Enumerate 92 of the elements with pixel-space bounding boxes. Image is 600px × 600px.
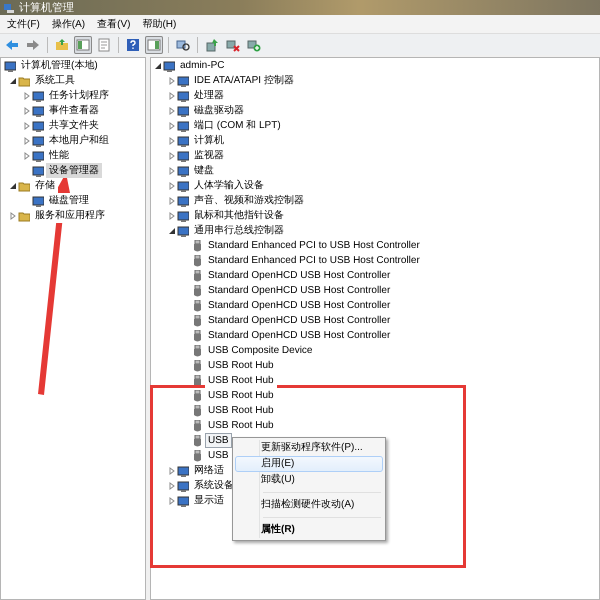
forward-icon	[26, 38, 40, 52]
menu-item[interactable]: 扫描检测硬件改动(A)	[235, 497, 383, 513]
action-pane-icon	[147, 38, 161, 52]
computer-management-icon	[3, 2, 15, 14]
plug-icon	[191, 240, 203, 252]
expand-icon[interactable]	[9, 212, 17, 220]
export-icon	[97, 38, 111, 52]
plug-icon	[191, 344, 203, 356]
expand-icon[interactable]	[168, 122, 176, 130]
collapse-icon[interactable]	[9, 182, 17, 190]
device-icon	[32, 90, 44, 102]
plug-icon	[191, 434, 203, 446]
device-icon	[177, 224, 189, 236]
plug-icon	[191, 314, 203, 326]
enable-icon	[247, 38, 261, 52]
expand-icon[interactable]	[168, 106, 176, 114]
collapse-icon[interactable]	[154, 62, 162, 70]
device-icon	[177, 90, 189, 102]
update-driver-icon	[205, 38, 219, 52]
plug-icon	[191, 300, 203, 312]
back-icon	[5, 38, 19, 52]
expand-icon[interactable]	[168, 166, 176, 174]
device-icon	[177, 464, 189, 476]
tree-item[interactable]: 服务和应用程序	[32, 208, 108, 223]
expand-icon[interactable]	[168, 196, 176, 204]
window-title: 计算机管理	[19, 0, 74, 14]
expand-icon[interactable]	[168, 466, 176, 474]
plug-icon	[191, 254, 203, 266]
device-icon	[177, 164, 189, 176]
scan-icon	[176, 38, 190, 52]
menu-item[interactable]: 属性(R)	[235, 522, 383, 538]
plug-icon	[191, 420, 203, 432]
menu-item[interactable]: 启用(E)	[235, 456, 383, 472]
help-icon	[126, 38, 140, 52]
device-icon	[177, 494, 189, 506]
device-icon	[177, 134, 189, 146]
plug-icon	[191, 374, 203, 386]
plug-icon	[191, 360, 203, 372]
device-icon	[32, 150, 44, 162]
menu-item[interactable]: 更新驱动程序软件(P)...	[235, 440, 383, 456]
plug-icon	[191, 450, 203, 462]
device-icon	[32, 134, 44, 146]
device-icon	[32, 164, 44, 176]
expand-icon[interactable]	[23, 152, 31, 160]
device-icon	[32, 104, 44, 116]
tree-item[interactable]: USB	[205, 433, 232, 448]
menu-item[interactable]: 卸载(U)	[235, 472, 383, 488]
device-icon	[163, 60, 175, 72]
device-icon	[32, 194, 44, 206]
folder-icon	[18, 210, 30, 222]
menu-item[interactable]: 帮助(H)	[142, 16, 176, 32]
menu-item[interactable]: 文件(F)	[7, 16, 40, 32]
device-icon	[177, 150, 189, 162]
device-icon	[177, 104, 189, 116]
device-icon	[177, 480, 189, 492]
plug-icon	[191, 390, 203, 402]
tree-item[interactable]: 存储	[32, 178, 58, 193]
device-icon	[32, 120, 44, 132]
device-icon	[177, 120, 189, 132]
device-icon	[177, 210, 189, 222]
expand-icon[interactable]	[23, 122, 31, 130]
collapse-icon[interactable]	[9, 76, 17, 84]
plug-icon	[191, 270, 203, 282]
expand-icon[interactable]	[168, 182, 176, 190]
expand-icon[interactable]	[168, 92, 176, 100]
folder-icon	[55, 38, 69, 52]
device-icon	[177, 194, 189, 206]
expand-icon[interactable]	[23, 106, 31, 114]
expand-icon[interactable]	[168, 152, 176, 160]
expand-icon[interactable]	[168, 482, 176, 490]
console-tree-icon	[76, 38, 90, 52]
expand-icon[interactable]	[168, 76, 176, 84]
plug-icon	[191, 330, 203, 342]
plug-icon	[191, 404, 203, 416]
device-icon	[177, 180, 189, 192]
plug-icon	[191, 284, 203, 296]
tree-item[interactable]: 系统工具	[32, 73, 78, 88]
device-icon	[4, 60, 16, 72]
folder-icon	[18, 180, 30, 192]
menu-item[interactable]: 查看(V)	[97, 16, 130, 32]
expand-icon[interactable]	[168, 496, 176, 504]
tree-item[interactable]: USB Root Hub	[205, 373, 277, 388]
remove-icon	[226, 38, 240, 52]
tree-item[interactable]: 设备管理器	[46, 163, 102, 178]
menu-item[interactable]: 操作(A)	[52, 16, 86, 32]
collapse-icon[interactable]	[168, 226, 176, 234]
expand-icon[interactable]	[23, 136, 31, 144]
device-icon	[177, 74, 189, 86]
expand-icon[interactable]	[23, 92, 31, 100]
tree-item[interactable]: 磁盘管理	[46, 193, 92, 208]
expand-icon[interactable]	[168, 212, 176, 220]
expand-icon[interactable]	[168, 136, 176, 144]
